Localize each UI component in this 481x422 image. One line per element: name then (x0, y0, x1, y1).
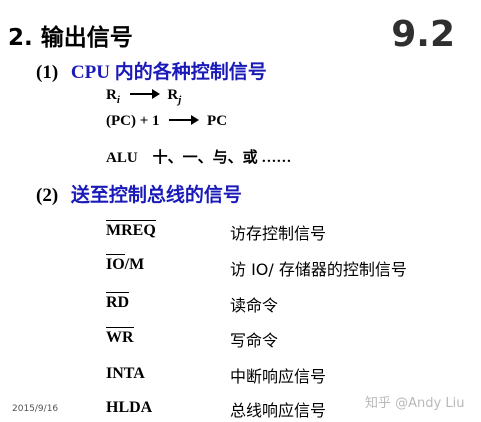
signal-code-io-part: IO (106, 254, 125, 273)
right-arrow-icon (169, 115, 200, 125)
source-register: R (106, 87, 117, 103)
signal-code-wr: WR (106, 327, 134, 346)
subsection-heading-1: (1) CPU 内的各种控制信号 (36, 57, 267, 84)
signal-desc-mreq: 访存控制信号 (230, 224, 327, 243)
signal-desc-inta: 中断响应信号 (230, 367, 327, 386)
dest-register: R (167, 87, 179, 103)
subsection-number-1: (1) (36, 62, 59, 83)
signal-code-rd: RD (106, 292, 130, 311)
slide-date: 2015/9/16 (12, 404, 59, 414)
source-register-subscript: i (116, 94, 120, 106)
pc-expression: (PC) + 1 (106, 113, 160, 129)
section-title: 2. 输出信号 (8, 25, 133, 51)
subsection-heading-2: (2) 送至控制总线的信号 (36, 180, 242, 207)
subsection-number-2: (2) (36, 185, 59, 206)
signal-desc-rd: 读命令 (230, 296, 279, 315)
pc-target: PC (207, 113, 228, 129)
dest-register-subscript: j (178, 94, 182, 106)
signal-desc-io-m: 访 IO/ 存储器的控制信号 (230, 260, 407, 279)
watermark: 知乎 @Andy Liu (365, 396, 465, 411)
register-transfer-line: Ri Rj (106, 87, 181, 106)
signal-desc-wr: 写命令 (230, 331, 279, 350)
subsection-text-1: CPU 内的各种控制信号 (70, 62, 267, 83)
signal-code-io-m: IO/M (106, 254, 145, 274)
slide-number: 9.2 (391, 14, 455, 55)
signal-code-mreq: MREQ (106, 220, 156, 239)
signal-code-hlda: HLDA (106, 399, 153, 416)
pc-increment-line: (PC) + 1 PC (106, 113, 227, 130)
signal-code-inta: INTA (106, 365, 145, 382)
signal-code-m-part: /M (124, 256, 145, 273)
right-arrow-icon (129, 89, 160, 99)
subsection-text-2: 送至控制总线的信号 (70, 185, 242, 206)
alu-ops-line: ALU 十、一、与、或 …… (106, 150, 292, 166)
slide: { "slide": { "title": "2. 输出信号", "number… (0, 0, 481, 422)
signal-desc-hlda: 总线响应信号 (230, 401, 327, 420)
